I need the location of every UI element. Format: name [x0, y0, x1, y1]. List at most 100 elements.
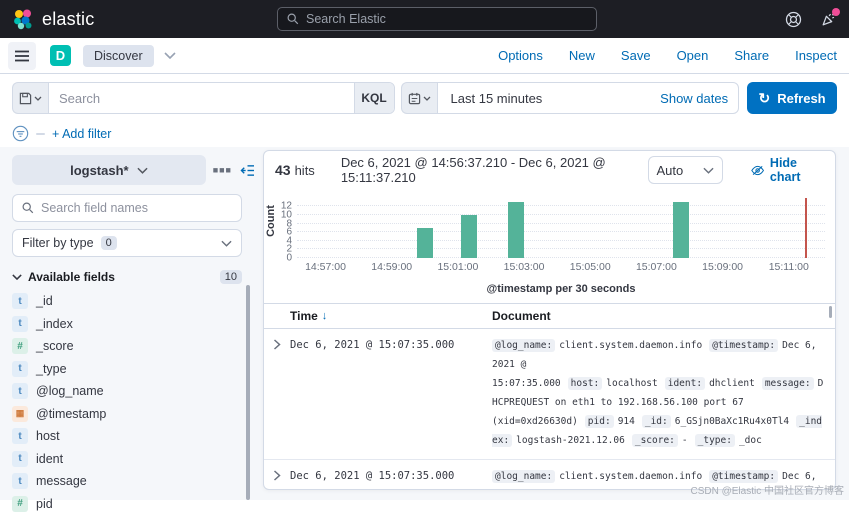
field-item-_id[interactable]: t _id [12, 290, 255, 313]
doc-field-value: - [682, 435, 688, 446]
add-filter-link[interactable]: + Add filter [52, 127, 111, 141]
notifications-button[interactable] [820, 11, 837, 28]
chevron-down-icon[interactable] [164, 52, 176, 59]
elastic-logo-icon [12, 8, 34, 30]
field-item-_type[interactable]: t_type [12, 358, 255, 381]
sidebar-scrollbar[interactable] [246, 285, 250, 500]
doc-field-value: localhost [606, 378, 657, 389]
histogram-bar-15:00:00[interactable] [417, 228, 433, 258]
histogram-bar-15:01:20[interactable] [461, 215, 477, 258]
nav-menu-button[interactable] [8, 42, 36, 70]
field-name: host [36, 429, 60, 443]
interval-select[interactable]: Auto [648, 156, 723, 184]
doc-field-name: @log_name: [492, 339, 555, 352]
doc-field-name: host: [568, 377, 603, 390]
calendar-icon [408, 92, 421, 105]
field-item-@log_name[interactable]: t@log_name [12, 380, 255, 403]
row-document: @log_name:client.system.daemon.info@time… [492, 336, 835, 450]
field-item-@timestamp[interactable]: ▦@timestamp [12, 403, 255, 426]
filter-icon[interactable] [12, 125, 29, 142]
date-picker-button[interactable] [401, 82, 437, 114]
global-search-placeholder: Search Elastic [306, 12, 386, 26]
histogram-bar-15:07:45[interactable] [673, 202, 689, 258]
chevron-down-icon [221, 240, 232, 247]
index-pattern-select[interactable]: logstash* [12, 155, 206, 185]
search-icon [22, 202, 34, 214]
text-field-icon: t [12, 293, 28, 309]
x-tick-label: 15:03:00 [504, 261, 545, 273]
time-range-value[interactable]: Last 15 minutes [451, 91, 543, 106]
brand-name: elastic [42, 9, 94, 30]
field-list: t_idt_index#_scoret_typet@log_name▦@time… [12, 290, 255, 515]
saved-query-button[interactable] [12, 82, 48, 114]
text-field-icon: t [12, 451, 28, 467]
hamburger-icon [15, 50, 29, 62]
current-time-marker [805, 198, 807, 258]
available-fields-header[interactable]: Available fields 10 [12, 270, 242, 284]
x-tick-label: 14:57:00 [305, 261, 346, 273]
hide-chart-link[interactable]: Hide chart [751, 156, 824, 184]
histogram-chart[interactable]: Count 024681012 14:57:0014:59:0015:01:00… [264, 189, 835, 303]
doc-field-name: @timestamp: [709, 339, 778, 352]
gridline: 10 [297, 214, 825, 215]
more-options-icon[interactable]: ■■■ [213, 165, 232, 175]
doc-field-name: message: [762, 377, 814, 390]
number-field-icon: # [12, 338, 28, 354]
gridline: 8 [297, 223, 825, 224]
field-item-_score[interactable]: #_score [12, 335, 255, 358]
menu-item-share[interactable]: Share [734, 48, 769, 63]
global-search-input[interactable]: Search Elastic [277, 7, 597, 31]
x-axis: 14:57:0014:59:0015:01:0015:03:0015:05:00… [297, 261, 825, 275]
documents-table: Time ↓ Document Dec 6, 2021 @ 15:07:35.0… [264, 303, 835, 490]
x-tick-label: 15:11:00 [769, 261, 809, 273]
chevron-down-icon [137, 167, 148, 174]
field-name: @log_name [36, 384, 104, 398]
gridline: 12 [297, 205, 825, 206]
menu-item-save[interactable]: Save [621, 48, 651, 63]
histogram-bar-15:02:45[interactable] [508, 202, 524, 258]
sort-desc-icon[interactable]: ↓ [322, 310, 328, 322]
menu-item-inspect[interactable]: Inspect [795, 48, 837, 63]
doc-field-name: ident: [665, 377, 705, 390]
chart-time-range: Dec 6, 2021 @ 14:56:37.210 - Dec 6, 2021… [341, 155, 648, 185]
save-icon [19, 92, 32, 105]
doc-field-value: dhclient [709, 378, 755, 389]
field-name: @timestamp [36, 407, 106, 421]
show-dates-link[interactable]: Show dates [660, 91, 728, 106]
doc-field-name: _score: [632, 434, 678, 447]
breadcrumb[interactable]: Discover [83, 45, 154, 67]
collapse-sidebar-icon[interactable] [240, 164, 255, 177]
expand-row-icon[interactable] [264, 336, 290, 450]
menu-item-open[interactable]: Open [677, 48, 709, 63]
table-scrollbar[interactable] [829, 306, 832, 318]
field-name: ident [36, 452, 63, 466]
results-panel: 43 hits Dec 6, 2021 @ 14:56:37.210 - Dec… [263, 150, 836, 490]
column-header-time[interactable]: Time ↓ [290, 309, 492, 323]
menu-item-options[interactable]: Options [498, 48, 543, 63]
app-avatar[interactable]: D [50, 45, 71, 66]
search-icon [287, 13, 299, 25]
field-name: _id [36, 294, 53, 308]
column-header-document: Document [492, 309, 835, 323]
menu-item-new[interactable]: New [569, 48, 595, 63]
expand-row-icon[interactable] [264, 467, 290, 490]
field-search-input[interactable]: Search field names [12, 194, 242, 222]
doc-field-value: logstash-2021.12.06 [516, 435, 625, 446]
field-item-host[interactable]: thost [12, 425, 255, 448]
row-time: Dec 6, 2021 @ 15:07:35.000 [290, 467, 492, 490]
help-icon[interactable] [785, 11, 802, 28]
filter-by-type-select[interactable]: Filter by type 0 [12, 229, 242, 257]
field-item-ident[interactable]: tident [12, 448, 255, 471]
doc-field-name: _type: [695, 434, 735, 447]
refresh-button[interactable]: ↻ Refresh [747, 82, 837, 114]
text-field-icon: t [12, 473, 28, 489]
query-language-badge[interactable]: KQL [354, 83, 394, 113]
field-item-_index[interactable]: t_index [12, 313, 255, 336]
available-fields-count-badge: 10 [220, 270, 242, 284]
doc-field-value: _doc [739, 435, 762, 446]
field-item-message[interactable]: tmessage [12, 470, 255, 493]
query-input[interactable]: Search KQL [48, 82, 395, 114]
app-toolbar: D Discover Options New Save Open Share Inspec… [0, 38, 849, 74]
field-item-pid[interactable]: #pid [12, 493, 255, 515]
field-name: _type [36, 362, 67, 376]
